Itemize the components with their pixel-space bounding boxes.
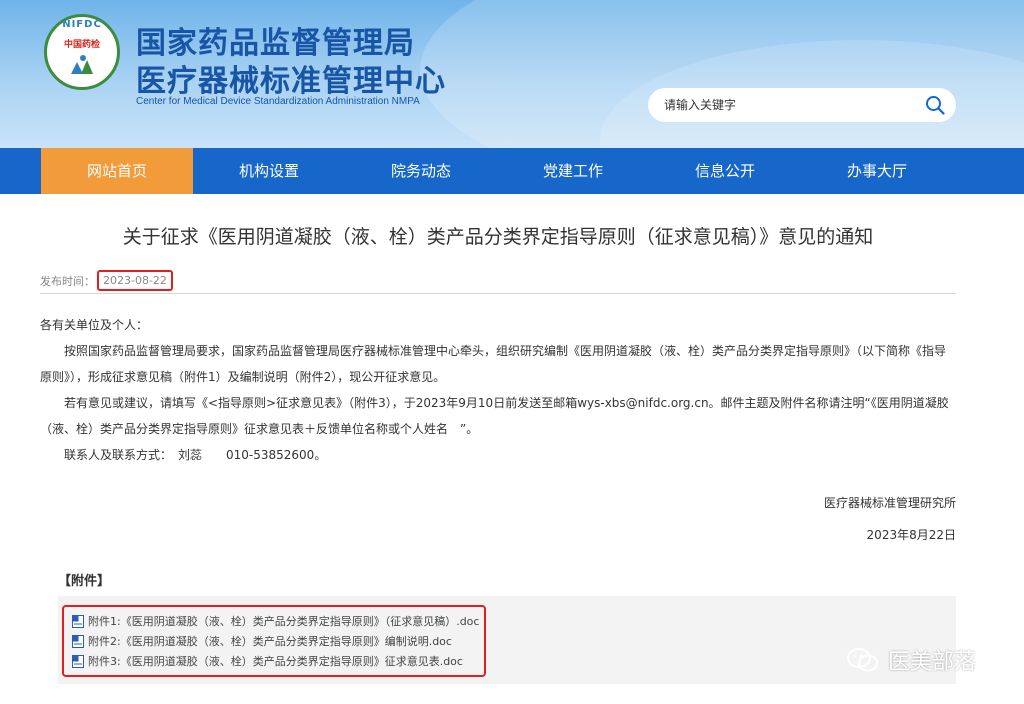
logo-top-text: NIFDC — [62, 19, 102, 30]
watermark-text: 医美部落 — [888, 650, 977, 675]
word-doc-icon — [72, 634, 84, 648]
attachments-heading: 【附件】 — [58, 574, 111, 589]
main-nav: 网站首页 机构设置 院务动态 党建工作 信息公开 办事大厅 — [0, 148, 1024, 194]
paragraph-2: 若有意见或建议，请填写《<指导原则>征求意见表》（附件3），于2023年9月10… — [40, 396, 949, 436]
nav-item-organization[interactable]: 机构设置 — [193, 148, 345, 194]
search-box — [648, 88, 956, 122]
site-logo[interactable]: NIFDC 中国药检 — [44, 14, 120, 90]
paragraph-1: 按照国家药品监督管理局要求，国家药品监督管理局医疗器械标准管理中心牵头，组织研究… — [40, 344, 947, 384]
attachment-label: 附件2:《医用阴道凝胶（液、栓）类产品分类界定指导原则》编制说明.doc — [88, 635, 452, 648]
word-doc-icon — [72, 614, 84, 628]
watermark: 医美部落 — [846, 644, 976, 676]
nav-item-services[interactable]: 办事大厅 — [801, 148, 953, 194]
nav-item-news[interactable]: 院务动态 — [345, 148, 497, 194]
word-doc-icon — [72, 654, 84, 668]
attachments-list: 附件1:《医用阴道凝胶（液、栓）类产品分类界定指导原则》（征求意见稿）.doc … — [62, 605, 486, 677]
publish-meta: 发布时间： 2023-08-22 — [40, 270, 173, 291]
salutation: 各有关单位及个人： — [40, 318, 149, 332]
divider — [40, 293, 956, 294]
contact-info: 联系人及联系方式： 刘蕊 010-53852600。 — [64, 448, 327, 462]
logo-red-text: 中国药检 — [63, 39, 100, 50]
attachment-label: 附件3:《医用阴道凝胶（液、栓）类产品分类界定指导原则》征求意见表.doc — [88, 655, 463, 668]
article-body: 各有关单位及个人： 按照国家药品监督管理局要求，国家药品监督管理局医疗器械标准管… — [40, 312, 956, 468]
wechat-icon — [847, 648, 878, 672]
nav-item-party[interactable]: 党建工作 — [497, 148, 649, 194]
site-title-line2: 医疗器械标准管理中心 — [136, 64, 446, 99]
signature-organization: 医疗器械标准管理研究所 — [823, 496, 956, 510]
search-input[interactable] — [664, 98, 924, 112]
search-icon[interactable] — [924, 94, 946, 116]
attachment-link-2[interactable]: 附件2:《医用阴道凝胶（液、栓）类产品分类界定指导原则》编制说明.doc — [72, 631, 484, 651]
nav-item-home[interactable]: 网站首页 — [41, 148, 193, 194]
publish-label: 发布时间： — [40, 274, 95, 288]
site-title-english: Center for Medical Device Standardizatio… — [136, 96, 420, 107]
nav-item-info[interactable]: 信息公开 — [649, 148, 801, 194]
site-header: NIFDC 中国药检 国家药品监督管理局 医疗器械标准管理中心 Center f… — [0, 0, 1024, 148]
attachment-label: 附件1:《医用阴道凝胶（液、栓）类产品分类界定指导原则》（征求意见稿）.doc — [88, 615, 480, 628]
attachment-link-3[interactable]: 附件3:《医用阴道凝胶（液、栓）类产品分类界定指导原则》征求意见表.doc — [72, 651, 484, 671]
logo-mark-icon — [71, 54, 93, 74]
article-title: 关于征求《医用阴道凝胶（液、栓）类产品分类界定指导原则（征求意见稿）》意见的通知 — [122, 226, 874, 248]
attachment-link-1[interactable]: 附件1:《医用阴道凝胶（液、栓）类产品分类界定指导原则》（征求意见稿）.doc — [72, 611, 484, 631]
publish-date: 2023-08-22 — [97, 270, 173, 291]
signature-date: 2023年8月22日 — [866, 528, 956, 542]
